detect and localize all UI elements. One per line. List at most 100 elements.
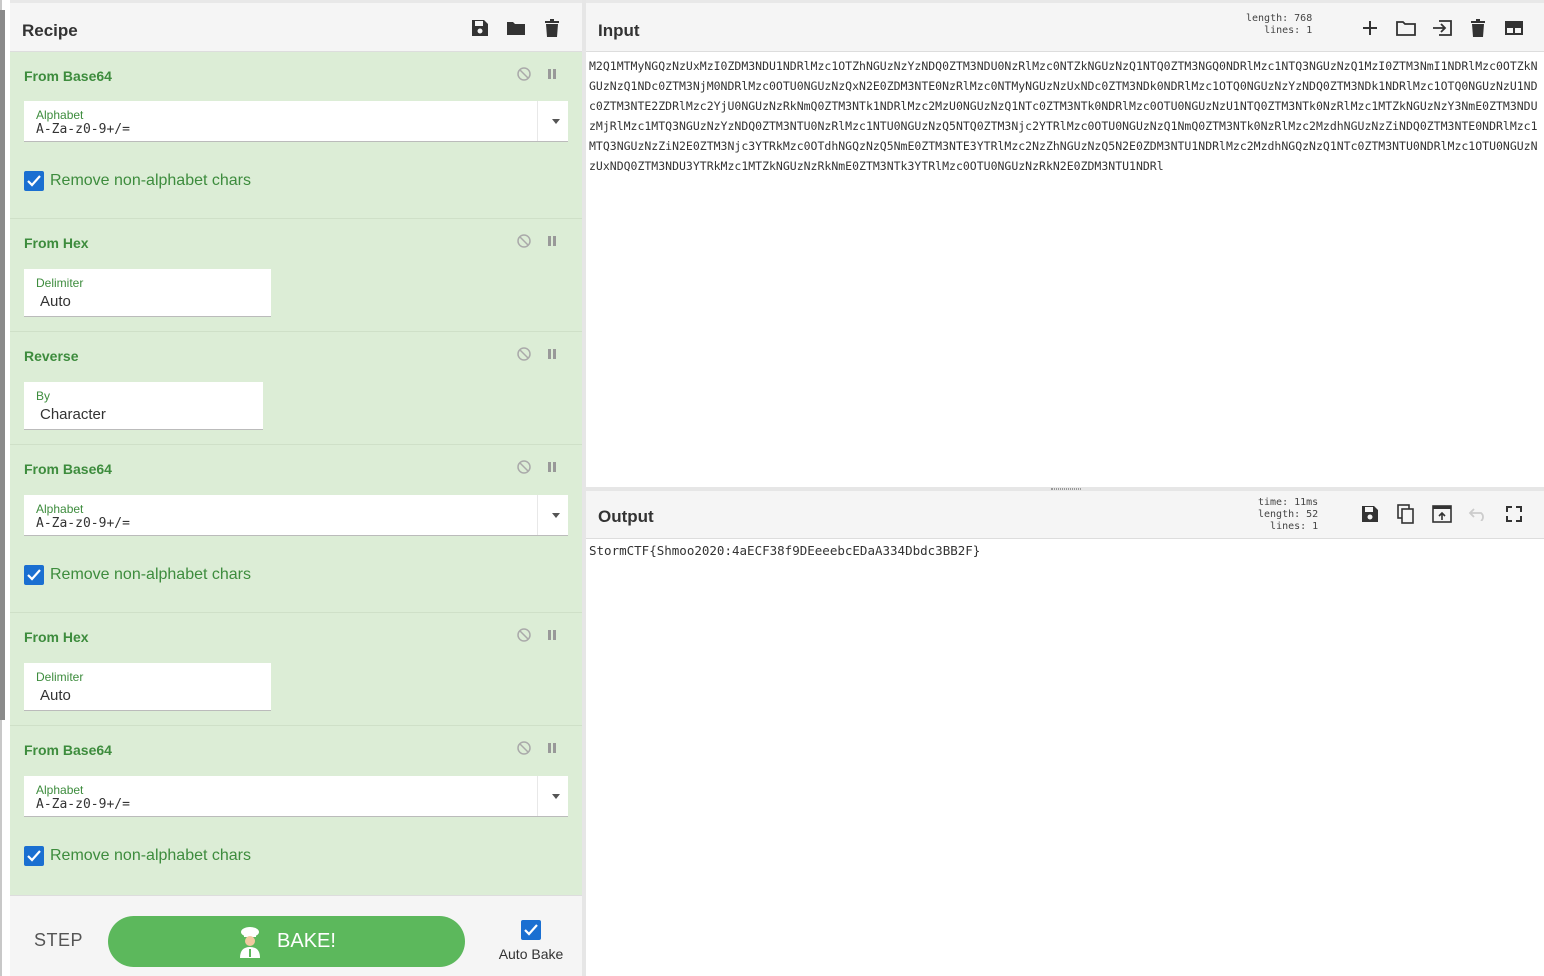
- pause-icon[interactable]: [544, 66, 560, 82]
- operation-title: From Base64: [24, 742, 112, 758]
- field-value: Character: [40, 406, 106, 423]
- auto-bake-label: Auto Bake: [498, 946, 564, 962]
- delimiter-select[interactable]: Delimiter Auto: [24, 269, 271, 317]
- import-icon[interactable]: [1431, 17, 1453, 39]
- field-value: A-Za-z0-9+/=: [36, 797, 130, 812]
- folder-icon[interactable]: [1395, 17, 1417, 39]
- length-label: length:: [1246, 13, 1289, 24]
- undo-icon[interactable]: [1467, 503, 1489, 525]
- disable-icon[interactable]: [516, 346, 532, 362]
- alphabet-select[interactable]: Alphabet A-Za-z0-9+/=: [24, 495, 568, 536]
- field-value: Auto: [40, 687, 71, 704]
- delimiter-select[interactable]: Delimiter Auto: [24, 663, 271, 711]
- lines-value: 1: [1306, 25, 1313, 36]
- by-select[interactable]: By Character: [24, 382, 263, 430]
- chevron-down-icon[interactable]: [552, 119, 560, 124]
- folder-icon[interactable]: [505, 17, 527, 39]
- field-value: A-Za-z0-9+/=: [36, 516, 130, 531]
- time-label: time:: [1258, 497, 1289, 508]
- disable-icon[interactable]: [516, 459, 532, 475]
- trash-icon[interactable]: [541, 17, 563, 39]
- plus-icon[interactable]: [1359, 17, 1381, 39]
- operation-title: Reverse: [24, 348, 79, 364]
- checkbox-label: Remove non-alphabet chars: [50, 566, 252, 583]
- time-value: 11ms: [1294, 497, 1319, 508]
- checkbox-checked[interactable]: [24, 171, 44, 191]
- operation-from-base64[interactable]: From Base64 Alphabet A-Za-z0-9+/= Remove…: [10, 52, 582, 219]
- input-textarea[interactable]: M2Q1MTMyNGQzNzUxMzI0ZDM3NDU1NDRlMzc1OTZh…: [589, 56, 1541, 176]
- checkbox-checked[interactable]: [24, 846, 44, 866]
- chef-icon: [237, 926, 263, 958]
- checkbox-label: Remove non-alphabet chars: [50, 847, 252, 864]
- checkbox-label: Remove non-alphabet chars: [50, 172, 252, 189]
- operation-from-base64[interactable]: From Base64 Alphabet A-Za-z0-9+/= Remove…: [10, 726, 582, 895]
- input-panel: Input length: 768 lines: 1 M2Q1MTMyNGQzNzU…: [586, 0, 1544, 487]
- bake-label: BAKE!: [277, 930, 336, 952]
- operation-from-base64[interactable]: From Base64 Alphabet A-Za-z0-9+/= Remove…: [10, 445, 582, 613]
- step-button[interactable]: STEP: [34, 930, 83, 951]
- operation-title: From Base64: [24, 68, 112, 84]
- pause-icon[interactable]: [544, 459, 560, 475]
- field-label: Alphabet: [36, 783, 84, 797]
- recipe-header-icons: [469, 17, 563, 39]
- output-header: Output time: 11ms length: 52 lines: 1: [586, 491, 1544, 539]
- disable-icon[interactable]: [516, 740, 532, 756]
- checkbox-checked[interactable]: [521, 920, 541, 940]
- disable-icon[interactable]: [516, 66, 532, 82]
- alphabet-select[interactable]: Alphabet A-Za-z0-9+/=: [24, 101, 568, 142]
- layout-icon[interactable]: [1503, 17, 1525, 39]
- field-value: Auto: [40, 293, 71, 310]
- lines-label: lines:: [1264, 25, 1301, 36]
- field-label: Delimiter: [36, 670, 84, 684]
- input-header-icons: [1359, 17, 1525, 39]
- replace-input-icon[interactable]: [1431, 503, 1453, 525]
- scrollbar[interactable]: [0, 10, 5, 720]
- output-panel: Output time: 11ms length: 52 lines: 1 Storm…: [586, 491, 1544, 976]
- length-value: 768: [1294, 13, 1313, 24]
- pause-icon[interactable]: [544, 233, 560, 249]
- operation-title: From Hex: [24, 629, 89, 645]
- auto-bake-checkbox[interactable]: Auto Bake: [496, 920, 566, 962]
- checkbox-checked[interactable]: [24, 565, 44, 585]
- remove-non-alphabet-checkbox[interactable]: Remove non-alphabet chars: [24, 171, 251, 191]
- field-label: Alphabet: [36, 502, 84, 516]
- remove-non-alphabet-checkbox[interactable]: Remove non-alphabet chars: [24, 565, 251, 585]
- disable-icon[interactable]: [516, 627, 532, 643]
- trash-icon[interactable]: [1467, 17, 1489, 39]
- output-textarea[interactable]: StormCTF{Shmoo2020:4aECF38f9DEeeebcEDaA3…: [589, 543, 980, 558]
- disable-icon[interactable]: [516, 233, 532, 249]
- bake-controls: STEP BAKE! Auto Bake: [10, 895, 582, 976]
- recipe-header: Recipe: [10, 0, 582, 52]
- lines-value: 1: [1312, 521, 1319, 532]
- field-label: Alphabet: [36, 108, 84, 122]
- copy-icon[interactable]: [1395, 503, 1417, 525]
- output-title: Output: [598, 507, 654, 526]
- operation-from-hex[interactable]: From Hex Delimiter Auto: [10, 219, 582, 332]
- output-header-icons: [1359, 503, 1525, 525]
- pause-icon[interactable]: [544, 627, 560, 643]
- operation-from-hex[interactable]: From Hex Delimiter Auto: [10, 613, 582, 726]
- pause-icon[interactable]: [544, 740, 560, 756]
- remove-non-alphabet-checkbox[interactable]: Remove non-alphabet chars: [24, 846, 251, 866]
- chevron-down-icon[interactable]: [552, 513, 560, 518]
- chevron-down-icon[interactable]: [552, 794, 560, 799]
- length-label: length:: [1258, 509, 1301, 520]
- input-title: Input: [598, 21, 640, 40]
- field-label: By: [36, 389, 51, 403]
- input-header: Input length: 768 lines: 1: [586, 0, 1544, 52]
- field-value: A-Za-z0-9+/=: [36, 122, 130, 137]
- recipe-title: Recipe: [22, 21, 78, 40]
- length-value: 52: [1306, 509, 1319, 520]
- recipe-panel: Recipe From Base64 Alphabet A-Za-z0-9+/=…: [10, 0, 582, 976]
- operation-title: From Hex: [24, 235, 89, 251]
- alphabet-select[interactable]: Alphabet A-Za-z0-9+/=: [24, 776, 568, 817]
- operation-reverse[interactable]: Reverse By Character: [10, 332, 582, 445]
- save-icon[interactable]: [1359, 503, 1381, 525]
- maximize-icon[interactable]: [1503, 503, 1525, 525]
- output-stats: time: 11ms length: 52 lines: 1: [1258, 497, 1318, 533]
- operation-title: From Base64: [24, 461, 112, 477]
- save-icon[interactable]: [469, 17, 491, 39]
- bake-button[interactable]: BAKE!: [108, 916, 465, 967]
- pause-icon[interactable]: [544, 346, 560, 362]
- left-edge: [0, 0, 10, 976]
